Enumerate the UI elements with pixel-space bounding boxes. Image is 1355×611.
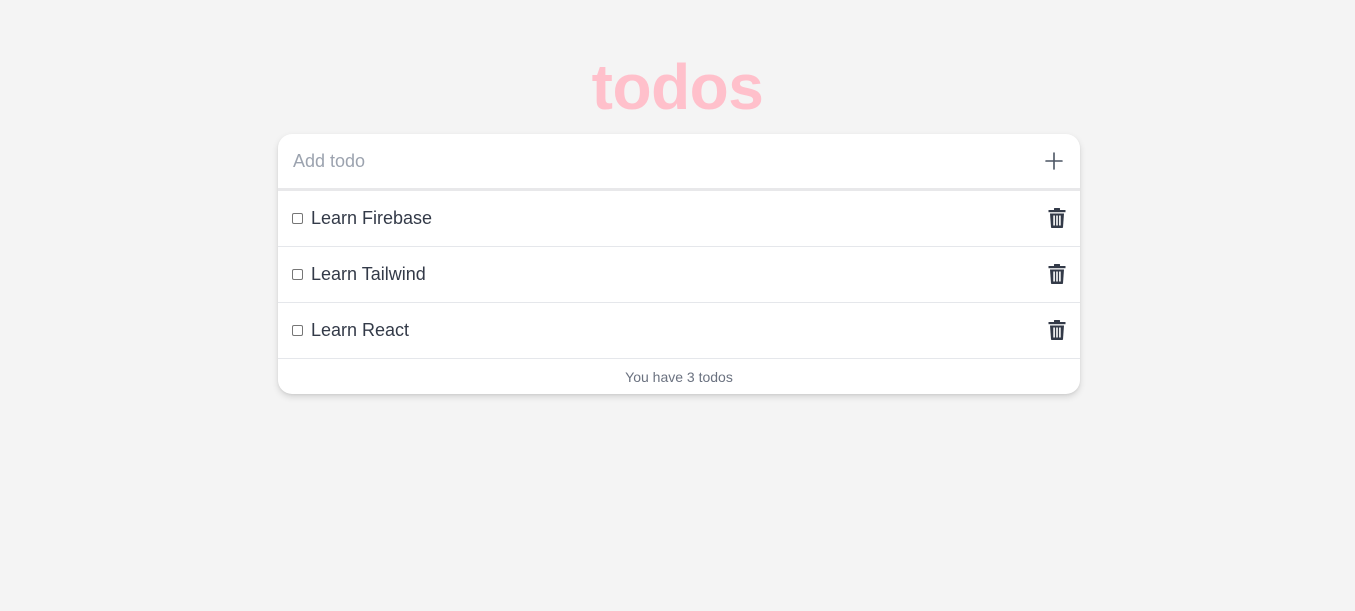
trash-icon <box>1048 320 1066 340</box>
add-todo-input[interactable] <box>278 134 1018 188</box>
delete-todo-button[interactable] <box>1048 320 1066 340</box>
delete-todo-button[interactable] <box>1048 264 1066 284</box>
todo-item: Learn Firebase <box>278 191 1080 247</box>
add-todo-button[interactable] <box>1042 149 1066 173</box>
add-todo-form <box>278 134 1080 191</box>
todo-label: Learn React <box>311 320 410 340</box>
todo-item: Learn Tailwind <box>278 247 1080 303</box>
todo-app: todos Learn Firebase <box>0 0 1355 611</box>
todo-count: You have 3 todos <box>625 369 733 385</box>
todo-label: Learn Tailwind <box>311 264 426 284</box>
page-title: todos <box>591 51 764 123</box>
trash-icon <box>1048 208 1066 228</box>
todo-card: Learn Firebase Learn Tailwind <box>278 134 1080 394</box>
todo-item: Learn React <box>278 303 1080 359</box>
todo-checkbox[interactable] <box>292 213 303 224</box>
plus-icon <box>1045 152 1063 170</box>
todo-label: Learn Firebase <box>311 208 433 228</box>
todo-list: Learn Firebase Learn Tailwind Learn Reac… <box>278 191 1080 359</box>
todo-checkbox[interactable] <box>292 269 303 280</box>
trash-icon <box>1048 264 1066 284</box>
delete-todo-button[interactable] <box>1048 208 1066 228</box>
todo-checkbox[interactable] <box>292 325 303 336</box>
